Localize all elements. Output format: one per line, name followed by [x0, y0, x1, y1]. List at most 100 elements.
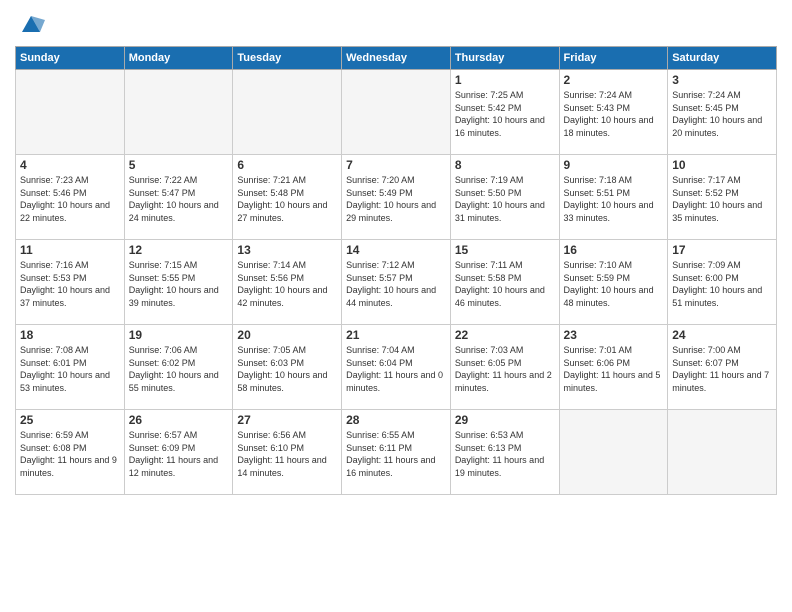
day-info: Sunrise: 7:11 AM Sunset: 5:58 PM Dayligh… [455, 259, 555, 309]
calendar-day: 25 Sunrise: 6:59 AM Sunset: 6:08 PM Dayl… [16, 410, 125, 495]
calendar-day: 27 Sunrise: 6:56 AM Sunset: 6:10 PM Dayl… [233, 410, 342, 495]
page-header [15, 10, 777, 38]
day-number: 5 [129, 158, 229, 172]
day-info: Sunrise: 7:14 AM Sunset: 5:56 PM Dayligh… [237, 259, 337, 309]
day-info: Sunrise: 7:25 AM Sunset: 5:42 PM Dayligh… [455, 89, 555, 139]
day-number: 24 [672, 328, 772, 342]
day-number: 18 [20, 328, 120, 342]
day-number: 11 [20, 243, 120, 257]
day-info: Sunrise: 7:19 AM Sunset: 5:50 PM Dayligh… [455, 174, 555, 224]
calendar-day: 29 Sunrise: 6:53 AM Sunset: 6:13 PM Dayl… [450, 410, 559, 495]
calendar-day: 2 Sunrise: 7:24 AM Sunset: 5:43 PM Dayli… [559, 70, 668, 155]
day-info: Sunrise: 7:09 AM Sunset: 6:00 PM Dayligh… [672, 259, 772, 309]
day-info: Sunrise: 7:06 AM Sunset: 6:02 PM Dayligh… [129, 344, 229, 394]
day-info: Sunrise: 7:04 AM Sunset: 6:04 PM Dayligh… [346, 344, 446, 394]
calendar-day: 20 Sunrise: 7:05 AM Sunset: 6:03 PM Dayl… [233, 325, 342, 410]
calendar-day: 8 Sunrise: 7:19 AM Sunset: 5:50 PM Dayli… [450, 155, 559, 240]
day-number: 29 [455, 413, 555, 427]
calendar-week-5: 25 Sunrise: 6:59 AM Sunset: 6:08 PM Dayl… [16, 410, 777, 495]
calendar-day: 4 Sunrise: 7:23 AM Sunset: 5:46 PM Dayli… [16, 155, 125, 240]
calendar-day: 1 Sunrise: 7:25 AM Sunset: 5:42 PM Dayli… [450, 70, 559, 155]
day-number: 8 [455, 158, 555, 172]
day-number: 21 [346, 328, 446, 342]
day-info: Sunrise: 7:05 AM Sunset: 6:03 PM Dayligh… [237, 344, 337, 394]
calendar-day: 15 Sunrise: 7:11 AM Sunset: 5:58 PM Dayl… [450, 240, 559, 325]
day-number: 17 [672, 243, 772, 257]
day-info: Sunrise: 7:10 AM Sunset: 5:59 PM Dayligh… [564, 259, 664, 309]
day-info: Sunrise: 7:20 AM Sunset: 5:49 PM Dayligh… [346, 174, 446, 224]
calendar-day: 16 Sunrise: 7:10 AM Sunset: 5:59 PM Dayl… [559, 240, 668, 325]
calendar-table: SundayMondayTuesdayWednesdayThursdayFrid… [15, 46, 777, 495]
weekday-header-monday: Monday [124, 47, 233, 70]
calendar-day: 11 Sunrise: 7:16 AM Sunset: 5:53 PM Dayl… [16, 240, 125, 325]
calendar-day: 18 Sunrise: 7:08 AM Sunset: 6:01 PM Dayl… [16, 325, 125, 410]
calendar-day [559, 410, 668, 495]
calendar-week-2: 4 Sunrise: 7:23 AM Sunset: 5:46 PM Dayli… [16, 155, 777, 240]
day-number: 10 [672, 158, 772, 172]
day-number: 6 [237, 158, 337, 172]
calendar-week-4: 18 Sunrise: 7:08 AM Sunset: 6:01 PM Dayl… [16, 325, 777, 410]
day-number: 25 [20, 413, 120, 427]
weekday-header-thursday: Thursday [450, 47, 559, 70]
weekday-header-friday: Friday [559, 47, 668, 70]
day-info: Sunrise: 6:56 AM Sunset: 6:10 PM Dayligh… [237, 429, 337, 479]
day-number: 15 [455, 243, 555, 257]
day-info: Sunrise: 7:24 AM Sunset: 5:45 PM Dayligh… [672, 89, 772, 139]
calendar-day: 10 Sunrise: 7:17 AM Sunset: 5:52 PM Dayl… [668, 155, 777, 240]
day-info: Sunrise: 6:53 AM Sunset: 6:13 PM Dayligh… [455, 429, 555, 479]
day-number: 1 [455, 73, 555, 87]
calendar-day [668, 410, 777, 495]
calendar-day [124, 70, 233, 155]
day-number: 12 [129, 243, 229, 257]
calendar-day: 5 Sunrise: 7:22 AM Sunset: 5:47 PM Dayli… [124, 155, 233, 240]
calendar-day [342, 70, 451, 155]
day-number: 27 [237, 413, 337, 427]
day-number: 4 [20, 158, 120, 172]
day-info: Sunrise: 7:23 AM Sunset: 5:46 PM Dayligh… [20, 174, 120, 224]
day-info: Sunrise: 7:12 AM Sunset: 5:57 PM Dayligh… [346, 259, 446, 309]
day-info: Sunrise: 7:15 AM Sunset: 5:55 PM Dayligh… [129, 259, 229, 309]
weekday-header-row: SundayMondayTuesdayWednesdayThursdayFrid… [16, 47, 777, 70]
day-info: Sunrise: 7:24 AM Sunset: 5:43 PM Dayligh… [564, 89, 664, 139]
calendar-day: 28 Sunrise: 6:55 AM Sunset: 6:11 PM Dayl… [342, 410, 451, 495]
logo [15, 10, 45, 38]
day-info: Sunrise: 7:08 AM Sunset: 6:01 PM Dayligh… [20, 344, 120, 394]
day-info: Sunrise: 7:00 AM Sunset: 6:07 PM Dayligh… [672, 344, 772, 394]
calendar-day: 13 Sunrise: 7:14 AM Sunset: 5:56 PM Dayl… [233, 240, 342, 325]
day-info: Sunrise: 7:16 AM Sunset: 5:53 PM Dayligh… [20, 259, 120, 309]
day-number: 7 [346, 158, 446, 172]
calendar-day [16, 70, 125, 155]
day-number: 13 [237, 243, 337, 257]
day-number: 14 [346, 243, 446, 257]
day-info: Sunrise: 7:22 AM Sunset: 5:47 PM Dayligh… [129, 174, 229, 224]
calendar-day: 23 Sunrise: 7:01 AM Sunset: 6:06 PM Dayl… [559, 325, 668, 410]
day-number: 20 [237, 328, 337, 342]
day-info: Sunrise: 7:18 AM Sunset: 5:51 PM Dayligh… [564, 174, 664, 224]
weekday-header-saturday: Saturday [668, 47, 777, 70]
day-number: 28 [346, 413, 446, 427]
weekday-header-sunday: Sunday [16, 47, 125, 70]
calendar-week-3: 11 Sunrise: 7:16 AM Sunset: 5:53 PM Dayl… [16, 240, 777, 325]
calendar-day: 19 Sunrise: 7:06 AM Sunset: 6:02 PM Dayl… [124, 325, 233, 410]
day-info: Sunrise: 6:55 AM Sunset: 6:11 PM Dayligh… [346, 429, 446, 479]
day-info: Sunrise: 6:57 AM Sunset: 6:09 PM Dayligh… [129, 429, 229, 479]
day-number: 23 [564, 328, 664, 342]
day-number: 2 [564, 73, 664, 87]
calendar-day [233, 70, 342, 155]
calendar-day: 3 Sunrise: 7:24 AM Sunset: 5:45 PM Dayli… [668, 70, 777, 155]
day-info: Sunrise: 7:17 AM Sunset: 5:52 PM Dayligh… [672, 174, 772, 224]
calendar-day: 21 Sunrise: 7:04 AM Sunset: 6:04 PM Dayl… [342, 325, 451, 410]
day-number: 26 [129, 413, 229, 427]
weekday-header-tuesday: Tuesday [233, 47, 342, 70]
day-info: Sunrise: 7:21 AM Sunset: 5:48 PM Dayligh… [237, 174, 337, 224]
day-number: 9 [564, 158, 664, 172]
weekday-header-wednesday: Wednesday [342, 47, 451, 70]
logo-icon [17, 10, 45, 38]
day-number: 3 [672, 73, 772, 87]
calendar-day: 14 Sunrise: 7:12 AM Sunset: 5:57 PM Dayl… [342, 240, 451, 325]
calendar-day: 24 Sunrise: 7:00 AM Sunset: 6:07 PM Dayl… [668, 325, 777, 410]
calendar-day: 17 Sunrise: 7:09 AM Sunset: 6:00 PM Dayl… [668, 240, 777, 325]
calendar-day: 22 Sunrise: 7:03 AM Sunset: 6:05 PM Dayl… [450, 325, 559, 410]
calendar-day: 9 Sunrise: 7:18 AM Sunset: 5:51 PM Dayli… [559, 155, 668, 240]
page-container: SundayMondayTuesdayWednesdayThursdayFrid… [0, 0, 792, 500]
